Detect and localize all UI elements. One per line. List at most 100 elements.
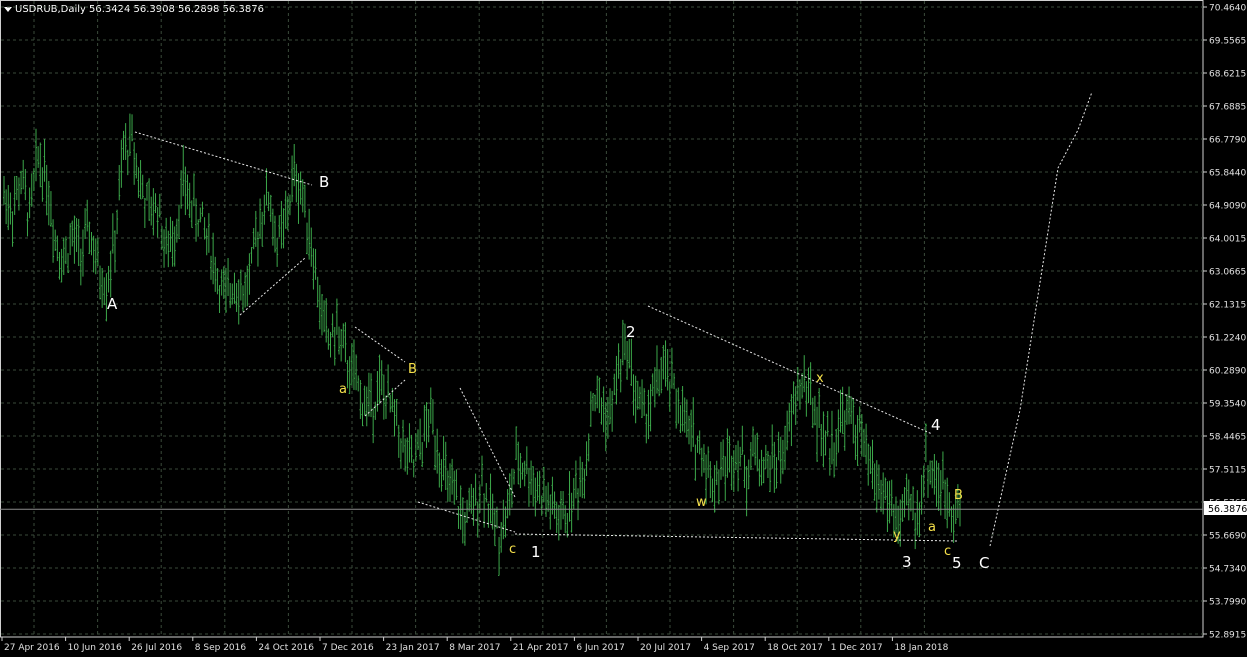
ohlc-bar [58,251,61,280]
ohlc-bar [498,536,501,576]
ohlc-bar [579,456,582,497]
ohlc-bar [737,440,740,492]
ohlc-bar [252,228,255,250]
ohlc-bar [901,494,904,522]
ohlc-bar [425,402,428,448]
ohlc-bar [771,424,774,469]
ohlc-bar [653,367,656,408]
ohlc-bar [122,130,125,160]
ohlc-bar [694,444,697,481]
ohlc-bar [869,446,872,475]
ohlc-bar [214,256,217,292]
ohlc-bar [382,374,385,420]
ohlc-bar [329,331,332,358]
ohlc-bar [572,477,575,509]
ohlc-bar [495,506,498,529]
ohlc-bar [690,409,693,452]
ohlc-bar [340,328,343,362]
ohlc-bar [308,208,311,260]
ohlc-bar [877,464,880,500]
ohlc-bar [850,396,853,425]
ohlc-bar [585,441,588,476]
ohlc-bar [553,491,556,519]
ohlc-bar [649,384,652,432]
ohlc-bar [762,457,765,484]
ohlc-bar [741,425,744,455]
ohlc-bar [939,470,942,516]
ohlc-bar [209,255,212,280]
ohlc-bar [630,338,633,386]
ohlc-bar [49,191,52,227]
ohlc-bar [150,196,153,226]
ohlc-bar [378,354,381,405]
ohlc-bar [141,174,144,199]
ohlc-bar [28,187,31,219]
ohlc-bar [152,188,155,236]
price-chart[interactable]: 70.4640 69.5565 68.6215 67.6885 66.7790 65.84… [0,0,1247,657]
ohlc-bar [513,469,516,485]
ohlc-bar [619,358,622,393]
ohlc-bar [256,231,259,267]
ohlc-bar [515,426,518,460]
ohlc-bar [90,231,93,256]
ohlc-bar [632,374,635,416]
ohlc-bar [867,443,870,486]
ohlc-bar [734,445,737,471]
ohlc-bar [387,364,390,398]
ohlc-bar [278,215,281,238]
ohlc-bar [807,367,810,404]
ohlc-bar [43,138,46,182]
ohlc-bar [700,447,703,477]
ohlc-bar [338,326,341,355]
axis-layer: 70.4640 69.5565 68.6215 67.6885 66.7790 65.84… [1,4,1246,653]
ohlc-bar [416,429,419,451]
ohlc-bar [570,492,573,533]
ohlc-bar [828,448,831,476]
ohlc-bar [730,455,733,491]
ohlc-bar [145,182,148,201]
ohlc-bar [875,460,878,513]
subwave-label-x: x [816,371,824,386]
ohlc-bar [574,460,577,499]
ohlc-bar [941,451,944,490]
ohlc-bar [474,473,477,506]
ohlc-bar [280,200,283,249]
ohlc-bar [824,430,827,456]
ohlc-bar [284,190,287,229]
ohlc-bar [935,460,938,507]
candle-layer [3,113,961,576]
ohlc-bar [916,490,919,536]
ohlc-bar [205,228,208,256]
ohlc-bar [577,488,580,521]
ohlc-bar [670,347,673,389]
ohlc-bar [397,424,400,458]
ohlc-bar [547,482,550,512]
ohlc-bar [835,429,838,467]
ohlc-bar [265,168,268,206]
ohlc-bar [792,381,795,415]
ohlc-bar [84,208,87,239]
ohlc-bar [203,217,206,240]
ohlc-bar [673,373,676,390]
x-tick-label: 23 Jan 2017 [386,643,440,653]
subwave-label-a: a [339,382,347,397]
ohlc-bar [408,423,411,463]
ohlc-bar [839,389,842,433]
ohlc-bar [775,457,778,489]
subwave-label-a2: a [928,520,936,535]
ohlc-bar [320,294,323,336]
ohlc-bar [852,398,855,444]
ohlc-bar [907,479,910,521]
ohlc-bar [274,215,277,253]
ohlc-bar [920,474,923,515]
ohlc-bar [504,506,507,538]
ohlc-bar [948,492,951,517]
ohlc-bar [429,387,432,424]
ohlc-bar [880,479,883,512]
ohlc-bar [52,219,55,263]
ohlc-bar [446,470,449,502]
y-tick-label: 65.8440 [1209,169,1246,179]
trend-line [417,501,516,533]
ohlc-bar [764,444,767,469]
ohlc-bar [813,395,816,426]
